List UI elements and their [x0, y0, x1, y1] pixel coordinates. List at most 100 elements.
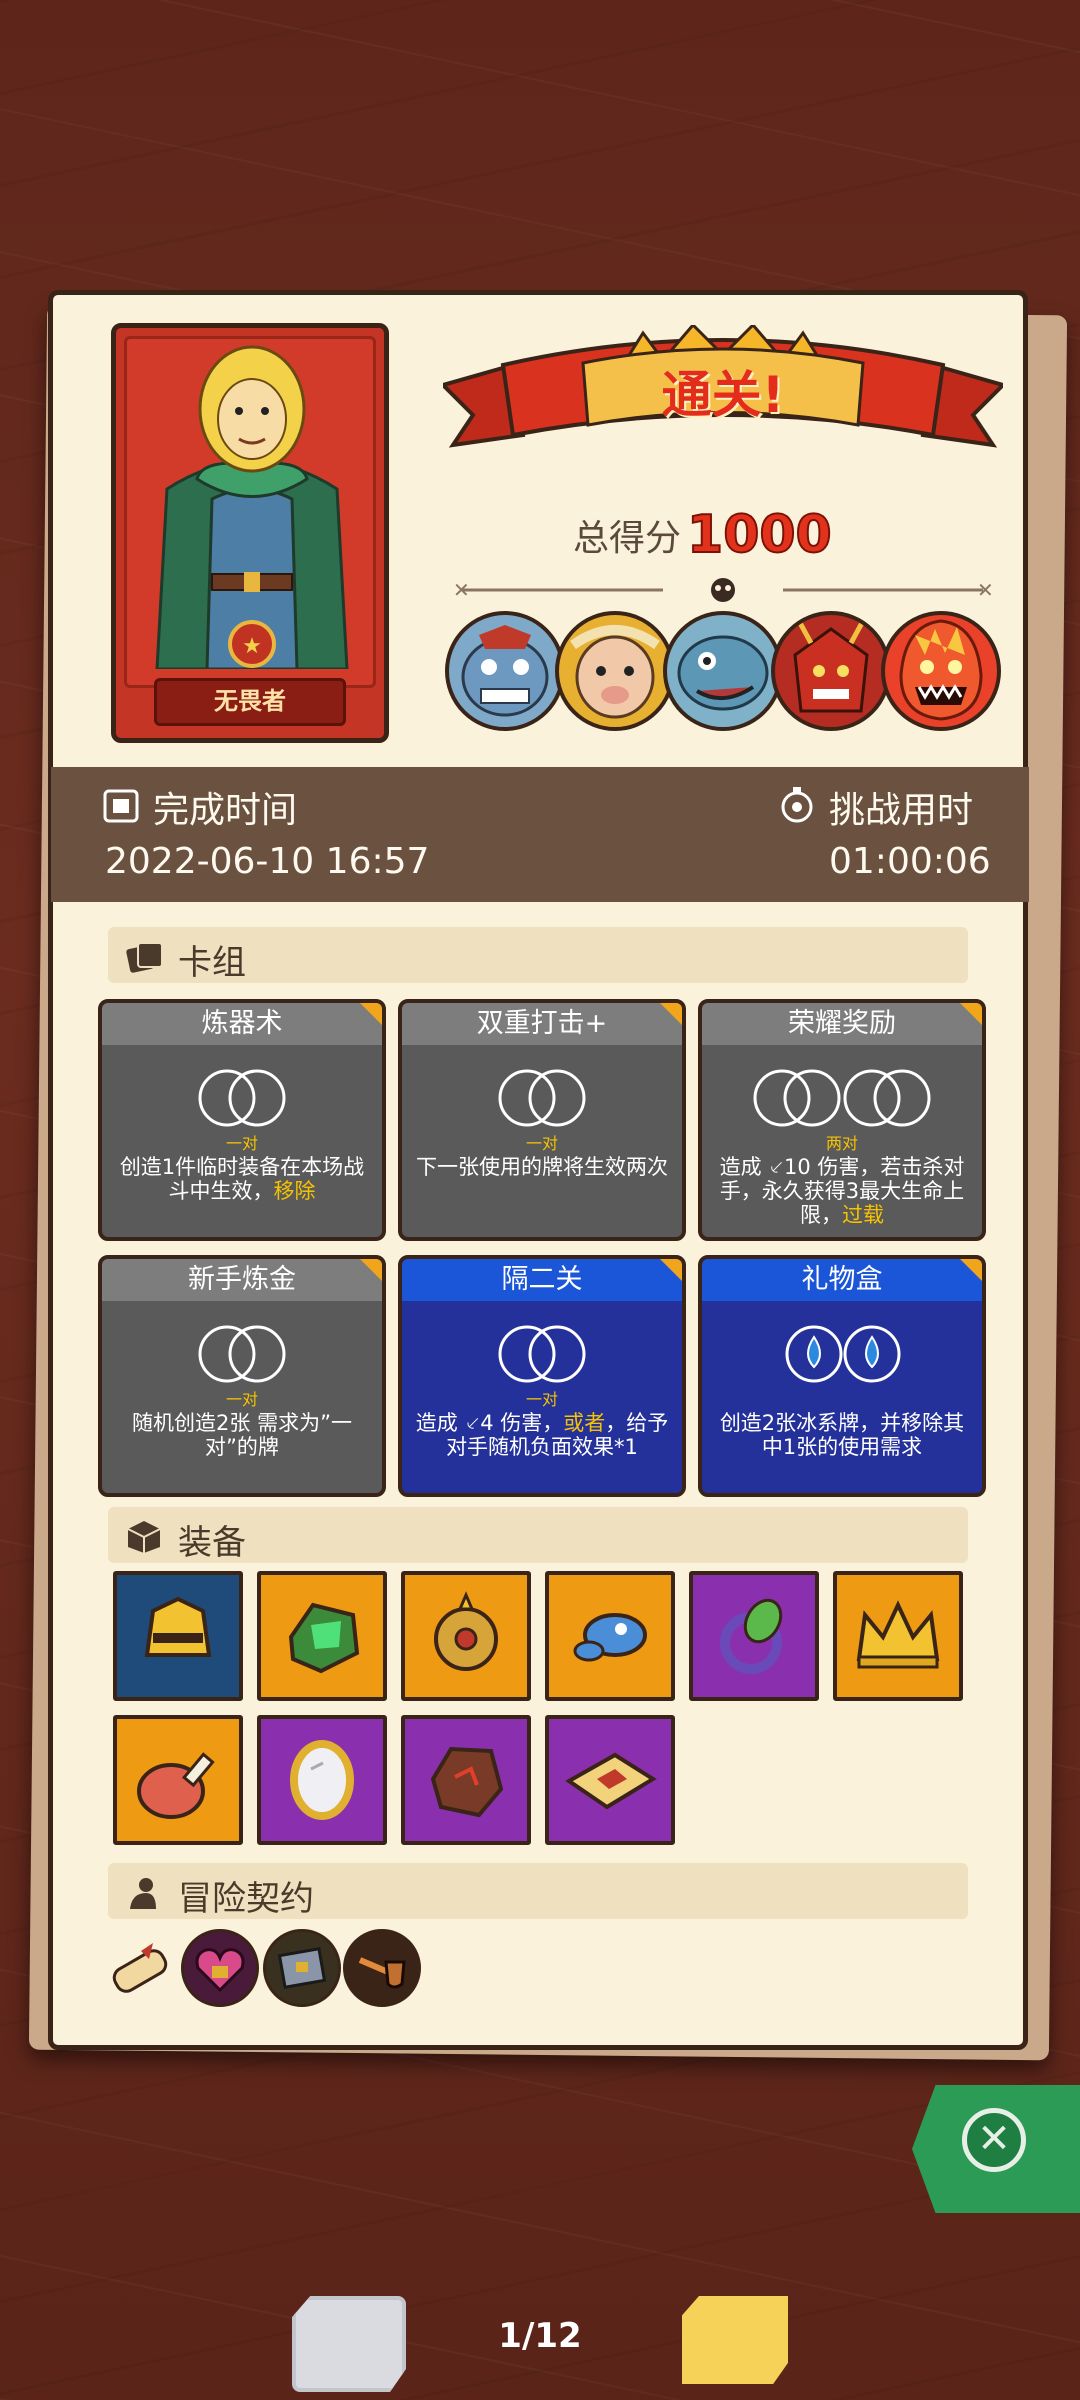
contract-scroll[interactable]	[101, 1929, 179, 2007]
pipe-icon	[358, 1957, 406, 1989]
equip-leaf-ring[interactable]	[689, 1571, 819, 1701]
victory-title: 通关!	[661, 366, 785, 424]
equip-ham[interactable]	[113, 1715, 243, 1845]
rock-icon	[430, 1746, 504, 1818]
hero-portrait-card[interactable]: ★ 无畏者	[111, 323, 389, 743]
card-description: 造成 ⸔10 伤害，若击杀对手，永久获得3最大生命上限，过载	[710, 1155, 974, 1227]
equip-blue-slime[interactable]	[545, 1571, 675, 1701]
victory-banner: 通关!	[439, 322, 1007, 465]
card-description-text: 创造2张冰系牌，并移除其中1张的使用需求	[719, 1411, 965, 1459]
pair-requirement-icon	[198, 1069, 286, 1127]
contract-section-title: 冒险契约	[178, 1879, 314, 1919]
card-requirement-tag: 一对	[225, 1134, 258, 1153]
boss-blue-beast-icon	[445, 611, 565, 731]
complete-time-value: 2022-06-10 16:57	[105, 841, 430, 882]
equip-lava-rock[interactable]	[401, 1715, 531, 1845]
equip-golden-helmet[interactable]	[113, 1571, 243, 1701]
boss-fish-icon	[663, 611, 783, 731]
challenge-time-value: 01:00:06	[829, 841, 991, 882]
svg-text:✕: ✕	[977, 578, 994, 602]
card-title: 荣耀奖励	[702, 1003, 982, 1045]
pair-requirement-icon	[198, 1325, 286, 1383]
next-page-button[interactable]	[682, 2296, 788, 2384]
score-label: 总得分	[573, 518, 682, 559]
person-icon	[130, 1878, 156, 1909]
hero-name-label: 无畏者	[154, 678, 346, 726]
gear-icon	[434, 1591, 498, 1671]
card-title: 礼物盒	[702, 1259, 982, 1301]
card-requirement-tag: 一对	[525, 1390, 558, 1409]
equip-emerald-stone[interactable]	[257, 1571, 387, 1701]
ham-icon	[137, 1752, 215, 1819]
deck-section-title: 卡组	[178, 943, 246, 983]
card-keyword: 移除	[273, 1179, 316, 1203]
deck-card[interactable]: 双重打击+ 一对 下一张使用的牌将生效两次	[398, 999, 686, 1241]
two-pair-requirement-icon	[753, 1069, 931, 1127]
hero-knight-icon: ★	[155, 345, 349, 671]
boss-ox-icon	[555, 611, 675, 731]
card-description: 造成 ⸔4 伤害，或者，给予对手随机负面效果*1	[410, 1411, 674, 1459]
svg-text:★: ★	[242, 634, 262, 659]
boss-divider: ✕ ✕	[453, 578, 994, 602]
hero-portrait: ★	[124, 336, 376, 688]
deck-card[interactable]: 新手炼金一对随机创造2张 需求为”一对”的牌	[98, 1255, 386, 1497]
ice-drop-icon	[785, 1325, 901, 1383]
mirror-icon	[290, 1740, 354, 1820]
result-panel: ★ 无畏者 通关! 总得分 1000 ✕ ✕ 完成时间 2022-06-10 1…	[48, 290, 1029, 2050]
card-description: 下一张使用的牌将生效两次	[410, 1155, 674, 1179]
defeated-bosses	[445, 611, 1015, 741]
stopwatch-icon	[781, 787, 813, 823]
close-icon[interactable]: ✕	[962, 2108, 1026, 2172]
card-description-text: 随机创造2张 需求为”一对”的牌	[132, 1411, 352, 1459]
complete-time-label: 完成时间	[153, 790, 298, 831]
card-requirement-tag: 两对	[825, 1134, 858, 1153]
equip-gold-gear[interactable]	[401, 1571, 531, 1701]
card-keyword: 过载	[842, 1203, 884, 1227]
equip-gold-crown[interactable]	[833, 1571, 963, 1701]
card-title: 新手炼金	[102, 1259, 382, 1301]
emerald-icon	[288, 1602, 360, 1674]
book-icon	[565, 1752, 657, 1810]
boss-fire-demon-icon	[881, 611, 1001, 731]
contract-pipe[interactable]	[343, 1929, 421, 2007]
deck-card[interactable]: 隔二关一对造成 ⸔4 伤害，或者，给予对手随机负面效果*1	[398, 1255, 686, 1497]
svg-text:✕: ✕	[453, 578, 470, 602]
equipment-section-title: 装备	[178, 1523, 246, 1563]
cards-icon	[126, 942, 163, 973]
page-indicator: 1/12	[498, 2316, 582, 2356]
card-title: 隔二关	[402, 1259, 682, 1301]
contract-iron-box[interactable]	[263, 1929, 341, 2007]
contract-locked-heart[interactable]	[181, 1929, 259, 2007]
equipment-section-header: 装备	[108, 1507, 968, 1563]
deck-card[interactable]: 荣耀奖励两对造成 ⸔10 伤害，若击杀对手，永久获得3最大生命上限，过载	[698, 999, 986, 1241]
card-description: 随机创造2张 需求为”一对”的牌	[110, 1411, 374, 1459]
boss-red-samurai-icon	[771, 611, 891, 731]
scroll-icon	[112, 1943, 168, 1993]
pair-requirement-icon	[498, 1325, 586, 1383]
card-title: 炼器术	[102, 1003, 382, 1045]
crown-icon	[856, 1600, 940, 1669]
score-value: 1000	[686, 504, 833, 566]
card-requirement-tag: 一对	[525, 1134, 558, 1153]
deck-card[interactable]: 礼物盒创造2张冰系牌，并移除其中1张的使用需求	[698, 1255, 986, 1497]
ring-icon	[720, 1598, 783, 1674]
challenge-time-label: 挑战用时	[829, 790, 974, 831]
card-description-text: 创造1件临时装备在本场战斗中生效，	[119, 1155, 365, 1203]
total-score: 总得分 1000	[573, 504, 873, 566]
card-description: 创造2张冰系牌，并移除其中1张的使用需求	[710, 1411, 974, 1459]
card-requirement-tag: 一对	[225, 1390, 258, 1409]
equip-magic-mirror[interactable]	[257, 1715, 387, 1845]
box-icon	[127, 1521, 161, 1553]
contract-section-header: 冒险契约	[108, 1863, 968, 1919]
helmet-icon	[144, 1596, 212, 1657]
card-description-text: 造成 ⸔4 伤害，	[415, 1411, 564, 1435]
chest-icon	[277, 1947, 327, 1989]
card-description: 创造1件临时装备在本场战斗中生效，移除	[110, 1155, 374, 1203]
calendar-icon	[103, 789, 139, 823]
deck-section-header: 卡组	[108, 927, 968, 983]
equip-spell-book[interactable]	[545, 1715, 675, 1845]
prev-page-button[interactable]	[292, 2296, 406, 2392]
run-info-bar: 完成时间 2022-06-10 16:57 挑战用时 01:00:06	[51, 767, 1029, 902]
card-keyword: 或者	[563, 1411, 606, 1435]
deck-card[interactable]: 炼器术一对创造1件临时装备在本场战斗中生效，移除	[98, 999, 386, 1241]
